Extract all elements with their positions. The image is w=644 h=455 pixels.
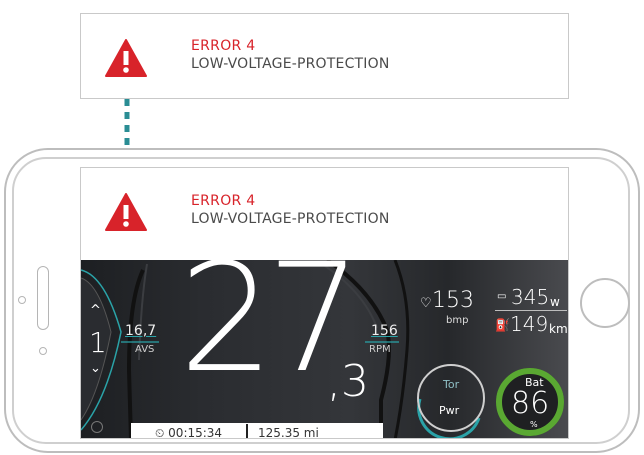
- heart-icon: ♡: [420, 296, 432, 311]
- phone-screen: ERROR 4 LOW-VOLTAGE-PROTECTION ^ 1 ⌄ 16,…: [80, 167, 569, 439]
- heart-rate-unit: bmp: [446, 315, 469, 326]
- avs-label: AVS: [135, 344, 155, 355]
- screen-error-message: LOW-VOLTAGE-PROTECTION: [191, 211, 390, 227]
- power-icon: ▭: [497, 291, 507, 302]
- trip-timer: ⏲ 00:15:34: [155, 426, 223, 439]
- mode-dial-top: Tor: [443, 378, 460, 391]
- screen-error-title: ERROR 4: [191, 193, 256, 209]
- warning-icon: [105, 193, 147, 231]
- range-value: 149: [510, 312, 549, 336]
- battery-value: 86: [511, 386, 550, 421]
- gear-value: 1: [89, 326, 107, 359]
- home-button[interactable]: [580, 278, 630, 328]
- speed-decimal: ,3: [327, 356, 369, 407]
- heart-rate-value: 153: [432, 288, 474, 313]
- rpm-label: RPM: [369, 344, 391, 355]
- error-message: LOW-VOLTAGE-PROTECTION: [191, 56, 390, 72]
- power-divider: [495, 310, 567, 311]
- notification-callout: ERROR 4 LOW-VOLTAGE-PROTECTION: [80, 13, 569, 99]
- gear-down-icon[interactable]: ⌄: [90, 361, 101, 376]
- battery-unit: %: [530, 420, 538, 429]
- mode-dial[interactable]: [417, 364, 485, 432]
- gear-up-icon[interactable]: ^: [90, 303, 101, 318]
- trip-distance: 125.35 mi: [258, 426, 319, 439]
- power-value: 345: [511, 285, 550, 309]
- mode-dial-bottom: Pwr: [439, 404, 460, 417]
- trip-bar-divider: [246, 424, 248, 438]
- power-unit: w: [550, 295, 560, 309]
- settings-icon[interactable]: [91, 421, 103, 433]
- error-title: ERROR 4: [191, 38, 256, 54]
- dashboard: ^ 1 ⌄ 16,7 AVS 27 ,3 156 RPM ♡ 153 bmp ▭…: [81, 244, 568, 439]
- sensor-dot: [18, 296, 26, 304]
- camera-dot: [39, 347, 47, 355]
- warning-icon: [105, 39, 147, 77]
- range-unit: km: [549, 322, 568, 336]
- speaker-slot: [37, 266, 49, 330]
- avs-value: 16,7: [125, 323, 157, 339]
- rpm-value: 156: [371, 323, 398, 339]
- range-icon: ⛽: [495, 318, 510, 332]
